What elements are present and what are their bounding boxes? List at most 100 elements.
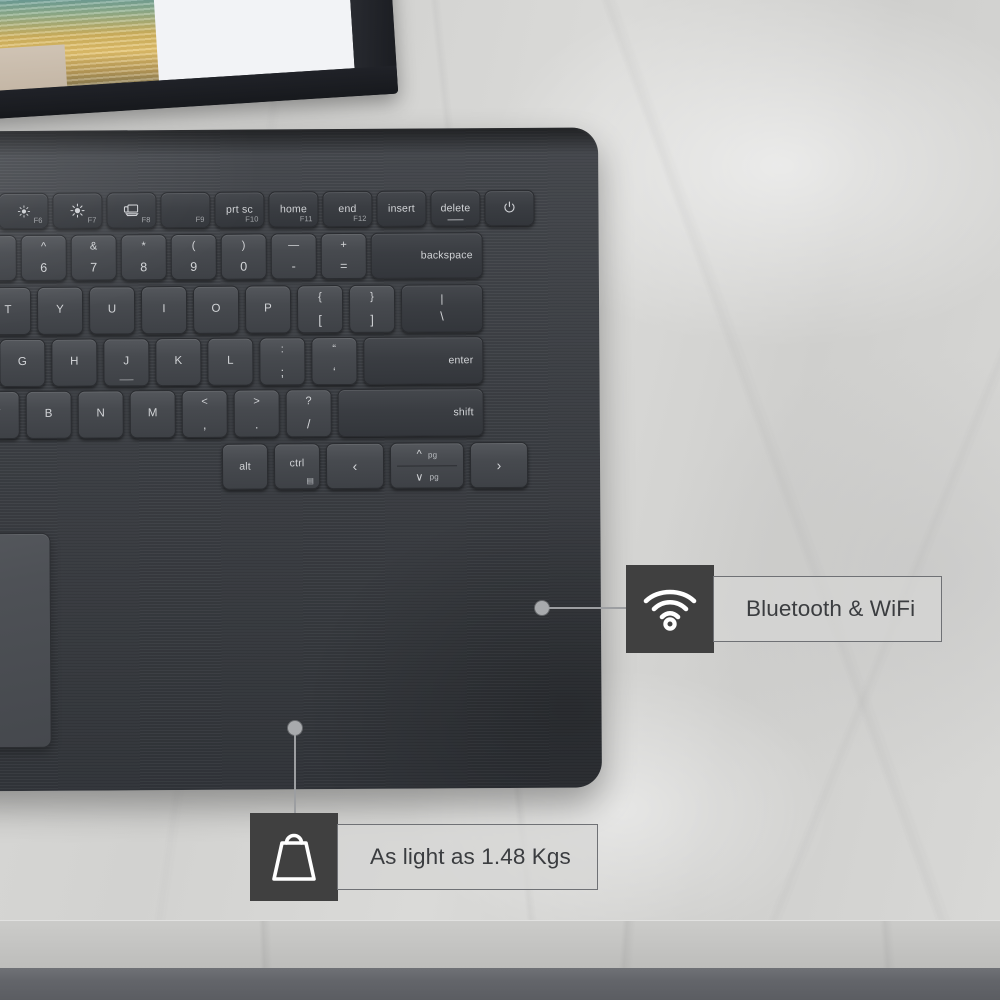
key-equals[interactable]: + = [320,232,367,280]
callout-label-box-weight: As light as 1.48 Kgs [337,824,598,890]
floor-shadow [0,968,1000,1000]
scene-stage: Overview 32% Overview [0,0,1000,1000]
key-b[interactable]: B [25,390,72,439]
key-0[interactable]: ) 0 [220,233,267,280]
key-6[interactable]: ^ 6 [20,234,67,281]
key-label: G [17,356,28,369]
key-upper-label: | [440,293,444,306]
key-period[interactable]: > . [233,389,280,438]
key-label: delete [440,202,471,215]
key-o[interactable]: O [192,285,240,334]
key-label: alt [239,460,251,473]
key-lower-label: ‘ [332,365,336,380]
key-f9[interactable]: F9 [160,191,211,229]
key-9[interactable]: ( 9 [170,233,217,281]
key-arrow-up[interactable]: ^ pg [391,443,463,465]
key-label: ‹ [352,457,358,474]
callout-connector-wifi [549,607,627,609]
key-g[interactable]: G [0,338,46,388]
callout-anchor-dot-weight [288,721,302,735]
key-l[interactable]: L [207,337,254,386]
menu-icon: ▤ [306,476,315,486]
key-y[interactable]: Y [36,286,84,335]
key-bracket-right[interactable]: } ] [348,284,396,333]
key-fn-label: F7 [87,215,97,225]
laptop: Overview 32% Overview [0,0,620,810]
key-backslash[interactable]: | \ [400,284,484,333]
key-homing-bar [119,379,134,381]
key-insert[interactable]: insert [376,190,427,227]
key-u[interactable]: U [88,286,136,335]
key-upper-label: + [340,238,348,252]
key-j[interactable]: J [103,338,150,387]
key-m[interactable]: M [129,390,176,439]
key-label: K [174,355,183,368]
key-shift-right[interactable]: shift [337,388,484,438]
key-upper-label: ( [191,239,196,252]
key-lower-label: ] [370,312,375,327]
key-f8[interactable]: F8 [106,192,157,229]
display-switch-icon [123,204,139,217]
key-n[interactable]: N [77,390,124,439]
key-home[interactable]: home F11 [268,191,319,228]
key-upper-label: } [370,290,374,303]
key-prtsc[interactable]: prt sc F10 [214,191,265,228]
key-ctrl-right[interactable]: ctrl ▤ [273,443,321,490]
key-upper-label: > [253,395,260,408]
key-power[interactable] [484,189,535,227]
key-lower-label: = [340,258,348,274]
key-8[interactable]: * 8 [120,234,167,281]
key-alt-right[interactable]: alt [221,443,269,490]
key-enter[interactable]: enter [363,336,484,385]
key-fn-label: F10 [245,214,259,224]
key-i[interactable]: I [140,285,188,335]
key-lower-label: / [306,417,311,432]
key-delete[interactable]: delete [430,190,481,227]
key-comma[interactable]: < , [181,389,228,438]
key-f7[interactable]: F7 [52,192,103,229]
key-fn-label: F6 [33,215,43,225]
key-lower-label: 5 [0,261,16,275]
key-backspace[interactable]: backspace [370,232,483,279]
key-label: I [162,303,166,316]
key-lower-label: , [202,417,207,432]
key-bracket-left[interactable]: { [ [296,285,344,334]
key-upper-label: ) [241,239,246,252]
key-label: backspace [420,249,473,262]
key-7[interactable]: & 7 [70,234,117,281]
trackpad[interactable] [0,532,52,750]
key-arrow-up-down-stack[interactable]: ^ pg ∨ pg [389,442,465,489]
key-lower-label: . [254,417,259,432]
key-minus[interactable]: — - [270,233,317,280]
key-p[interactable]: P [244,285,292,334]
key-5[interactable]: % 5 [0,234,17,282]
key-label: enter [448,354,474,367]
key-quote[interactable]: “ ‘ [311,336,358,386]
key-k[interactable]: K [155,337,202,387]
key-upper-label: ? [305,395,312,408]
key-label: insert [387,202,415,215]
callout-connector-weight [294,735,296,823]
key-end[interactable]: end F12 [322,190,373,228]
key-label: H [70,355,79,368]
key-label: T [4,304,12,317]
callout-anchor-dot-wifi [535,601,549,615]
key-lower-label: - [291,259,297,274]
key-underline [447,219,464,221]
key-label: O [211,302,221,316]
key-f6[interactable]: F6 [0,192,49,230]
key-upper-label: { [318,291,322,304]
key-t[interactable]: T [0,286,32,336]
weight-icon [272,833,316,881]
key-lower-label: 6 [40,260,48,275]
key-upper-label: & [89,240,98,253]
key-upper-label: < [201,395,208,408]
key-v[interactable]: V [0,390,20,440]
key-semicolon[interactable]: : ; [259,337,306,386]
key-arrow-left[interactable]: ‹ [325,442,385,490]
key-arrow-right[interactable]: › [469,441,529,489]
key-arrow-down[interactable]: ∨ pg [391,465,463,487]
key-slash[interactable]: ? / [285,389,332,438]
key-label: Y [56,303,65,317]
key-h[interactable]: H [51,338,98,387]
